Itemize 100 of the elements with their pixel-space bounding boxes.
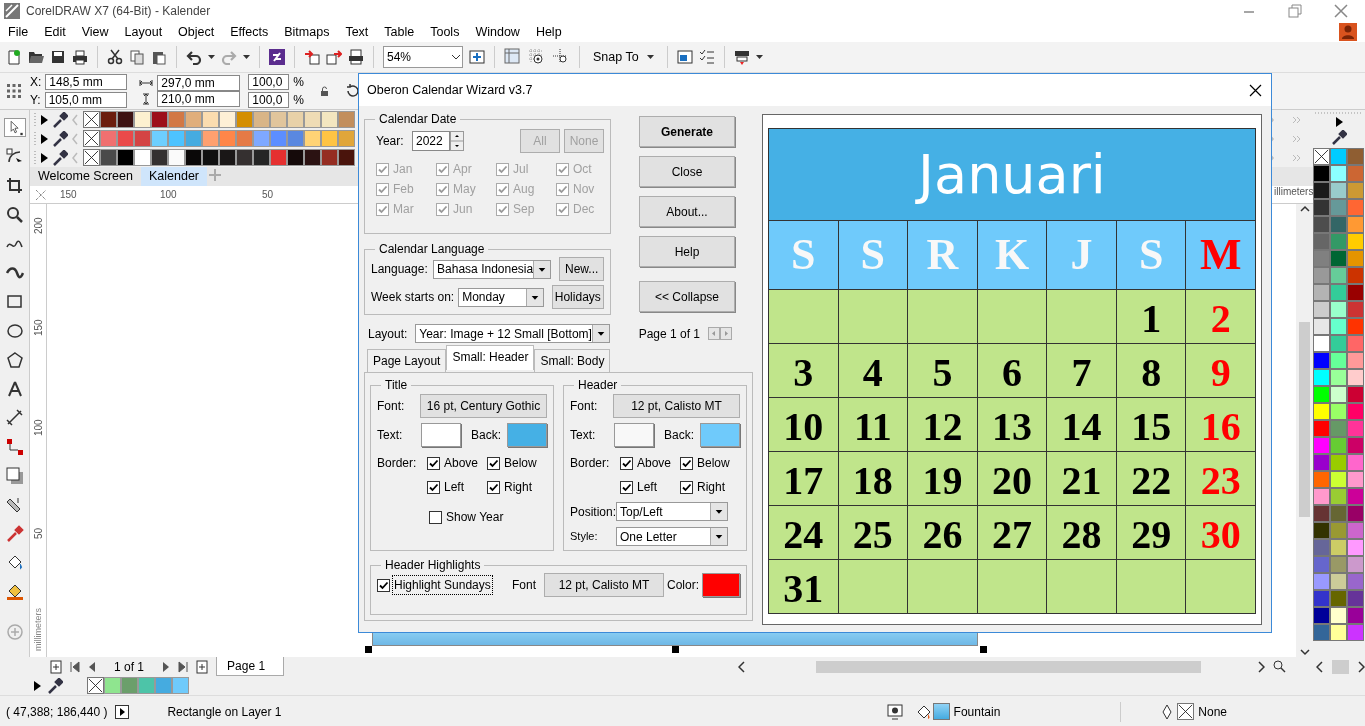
weekday-header: S [769,221,838,289]
weekday-header: K [977,221,1047,289]
field-label: Position: [570,503,616,521]
calendar-cell: 30 [1186,506,1255,559]
dialog-button[interactable]: Generate [639,116,735,147]
field-label: Back: [664,427,694,444]
menu-item[interactable]: Edit [36,22,74,42]
checkbox-label: Below [697,455,730,472]
scale-x-field[interactable]: 100,0 [248,74,290,90]
calendar-cell: 29 [1116,506,1186,559]
group-title: Header [577,378,619,392]
calendar-cell: 19 [908,452,977,505]
field-label: Language: [371,261,429,278]
holidays-button[interactable]: Holidays [551,285,604,309]
field-label: Year: [376,133,405,150]
menu-item[interactable]: Layout [116,22,171,42]
checkbox-label: Show Year [446,509,504,526]
menu-item[interactable]: Window [467,22,528,42]
zoom-dropdown[interactable]: 54% [383,46,463,68]
window-title: CorelDRAW X7 (64-Bit) - Kalender [26,3,211,20]
checkbox-label: Nov [573,181,595,198]
new-language-button[interactable]: New... [559,257,604,281]
height-field[interactable]: 210,0 mm [157,91,241,107]
ruler-label: 150 [60,188,77,202]
checkbox-label: Oct [573,161,592,178]
calendar-cell: 18 [838,452,908,505]
calendar-cell: 8 [1116,344,1186,397]
year-field[interactable]: 2022 [412,131,450,151]
weekday-header: J [1047,221,1116,289]
calendar-cell: 15 [1116,398,1186,451]
calendar-cell: 1 [1116,290,1186,343]
weekday-header: M [1186,221,1255,289]
checkbox-label: Left [637,479,657,496]
document-tab[interactable]: Welcome Screen [30,167,141,186]
menu-item[interactable]: Text [337,22,377,42]
tab[interactable]: Small: Header [446,345,535,370]
calendar-cell: 17 [769,452,838,505]
calendar-cell: 25 [838,506,908,559]
dialog-button[interactable]: Help [639,236,735,267]
checkbox-label: Dec [573,201,595,218]
calendar-cell: 14 [1047,398,1116,451]
field-label: Layout: [368,325,409,343]
checkbox-label: Apr [453,161,472,178]
snap-to-button[interactable]: Snap To [589,47,658,67]
group-title: Title [384,378,409,392]
unit-label: % [293,92,304,109]
week-start-dropdown[interactable]: Monday [458,287,544,307]
menu-item[interactable]: Effects [222,22,277,42]
checkbox-label: Jul [513,161,529,178]
ruler-label: 200 [32,217,45,234]
language-dropdown[interactable]: Bahasa Indonesia [433,259,552,279]
menu-item[interactable]: Tools [422,22,468,42]
scale-y-field[interactable]: 100,0 [248,92,290,108]
dialog-button[interactable]: Close [639,156,735,187]
font-button[interactable]: 12 pt, Calisto MT [613,394,740,418]
checkbox-label: Above [637,455,672,472]
checkbox-label: Jan [393,161,413,178]
dialog-button[interactable]: About... [639,196,735,227]
field-label: Text: [570,427,597,444]
checkbox-label: Sep [513,201,535,218]
ruler-label: 50 [32,527,45,539]
field-label: X: [30,74,42,91]
unit-label: % [293,74,304,91]
position-dropdown[interactable]: Top/Left [616,502,728,521]
menu-item[interactable]: Object [170,22,223,42]
width-field[interactable]: 297,0 mm [157,75,241,91]
calendar-cell: 3 [769,344,838,397]
checkbox-label: Above [444,455,479,472]
menu-item[interactable]: Help [527,22,570,42]
font-button[interactable]: 12 pt, Calisto MT [544,573,664,597]
dialog-title: Oberon Calendar Wizard v3.7 [367,81,533,99]
dialog-button[interactable]: << Collapse [639,281,735,312]
ruler-label: 100 [160,188,177,202]
page-counter: 1 of 1 [114,658,145,676]
field-label: Back: [471,427,501,444]
calendar-cell: 9 [1186,344,1255,397]
page-tab[interactable]: Page 1 [216,657,285,676]
y-position-field[interactable]: 105,0 mm [44,92,127,108]
tab[interactable]: Small: Body [534,349,611,372]
x-position-field[interactable]: 148,5 mm [45,74,128,90]
calendar-cell: 28 [1047,506,1116,559]
menu-item[interactable]: Table [376,22,423,42]
menu-item[interactable]: File [0,22,37,42]
layout-dropdown[interactable]: Year: Image + 12 Small [Bottom] [415,324,610,343]
checkbox-label: May [453,181,476,198]
menu-item[interactable]: Bitmaps [276,22,338,42]
weekday-header: R [908,221,977,289]
calendar-title: Januari [769,129,1255,221]
checkbox-label: Left [444,479,464,496]
font-button[interactable]: 16 pt, Century Gothic [420,394,547,418]
checkbox-label: Right [697,479,725,496]
checkbox-label: Aug [513,181,535,198]
style-dropdown[interactable]: One Letter [616,527,728,546]
tab[interactable]: Page Layout [367,349,447,372]
group-title: Calendar Language [378,242,486,256]
calendar-cell: 23 [1186,452,1255,505]
document-tab[interactable]: Kalender [140,167,207,186]
ruler-label: 150 [32,319,45,336]
menu-item[interactable]: View [73,22,117,42]
ruler-unit-label: millimeters [32,608,44,651]
